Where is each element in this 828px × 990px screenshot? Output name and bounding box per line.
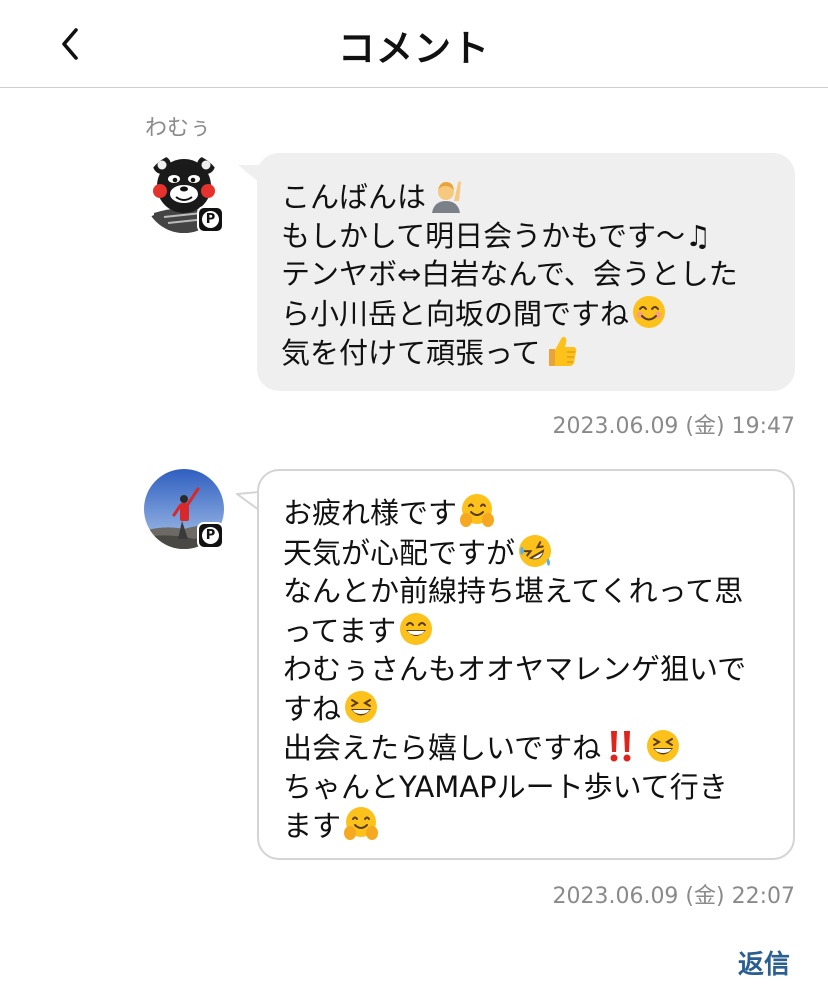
- grinning-face-emoji: [400, 612, 433, 645]
- page-title: コメント: [338, 27, 490, 70]
- comment-bubble: こんばんは もしかして明日会うかもです〜♫ テンヤボ⇔白岩なんで、会うとした ら…: [257, 153, 795, 391]
- comment-timestamp: 2023.06.09 (金) 19:47: [552, 414, 795, 439]
- hugging-face-emoji: [344, 807, 379, 840]
- rolling-laughing-emoji: [519, 534, 552, 567]
- comment-line: お疲れ様です: [283, 493, 771, 533]
- comment-line: もしかして明日会うかもです〜♫: [281, 218, 711, 253]
- smiling-face-emoji: [633, 295, 666, 328]
- comment-line: 天気が心配ですが: [283, 533, 771, 573]
- comment-line: ちゃんとYAMAPルート歩いて行き: [283, 769, 728, 804]
- double-exclamation-emoji: [610, 731, 631, 762]
- thumbs-up-emoji: [548, 336, 576, 366]
- laughing-face-emoji: [647, 730, 680, 762]
- comment-username: わむぅ: [145, 116, 212, 141]
- hugging-face-emoji: [460, 494, 495, 527]
- reply-button[interactable]: 返信: [738, 944, 790, 981]
- comment-line: テンヤボ⇔白岩なんで、会うとした: [281, 257, 738, 291]
- premium-badge: P: [197, 206, 224, 233]
- comment-line: ってます: [283, 611, 771, 651]
- laughing-face-emoji: [345, 690, 378, 723]
- person-raising-hand-emoji: [432, 181, 462, 213]
- premium-badge-label: P: [202, 211, 219, 228]
- header-bar: コメント: [0, 0, 828, 88]
- premium-badge: P: [197, 522, 224, 549]
- comment-line: なんとか前線持ち堪えてくれって思: [283, 574, 744, 608]
- comment-line: 気を付けて頑張って: [281, 333, 773, 373]
- avatar[interactable]: P: [144, 153, 224, 233]
- premium-badge-label: P: [202, 527, 219, 544]
- avatar[interactable]: P: [144, 469, 224, 549]
- comment-line: ます: [283, 806, 771, 846]
- comment-line: すね: [283, 689, 771, 729]
- comment-line: ら小川岳と向坂の間ですね: [281, 294, 773, 334]
- comment-line: 出会えたら嬉しいですね: [283, 728, 771, 768]
- comment-line: こんばんは: [281, 177, 773, 217]
- comment-bubble: お疲れ様です 天気が心配ですが なんとか前線持ち堪えてくれって思 ってます わむ…: [257, 469, 795, 860]
- comment-timestamp: 2023.06.09 (金) 22:07: [552, 884, 795, 909]
- comment-line: わむぅさんもオオヤマレンゲ狙いで: [283, 652, 747, 686]
